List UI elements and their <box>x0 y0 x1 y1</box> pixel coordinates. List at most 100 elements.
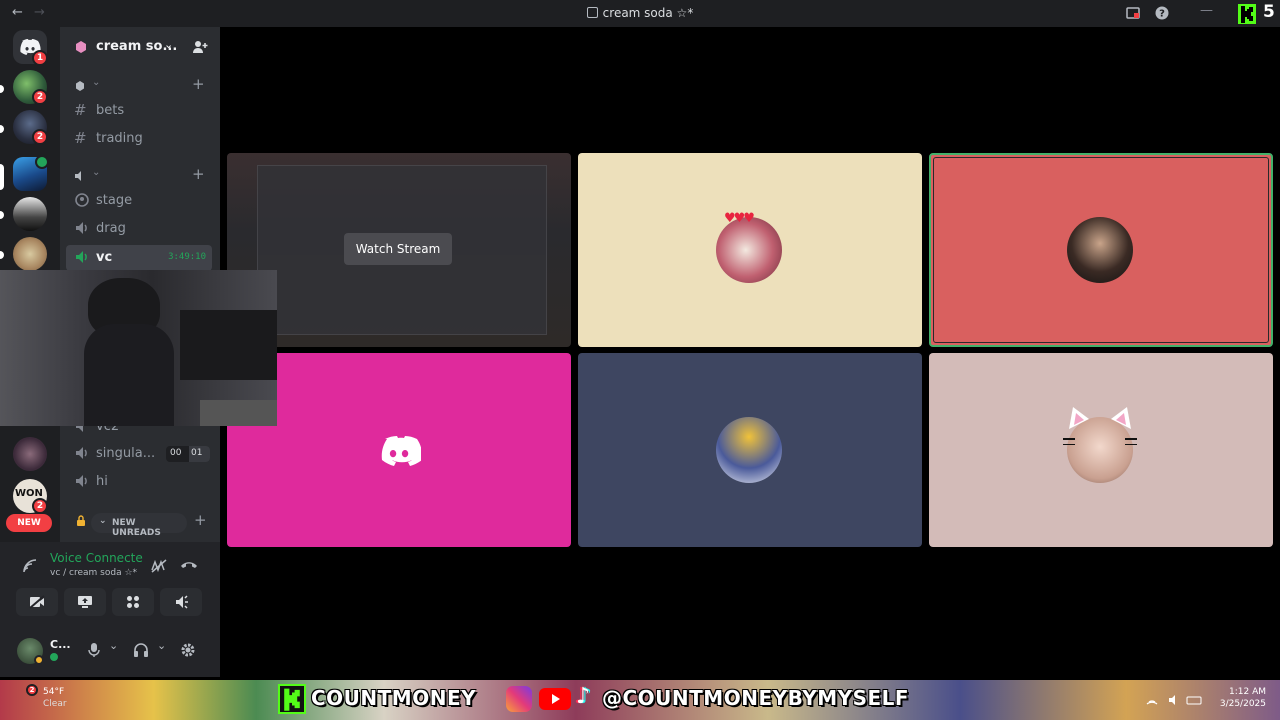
connection-signal-icon[interactable] <box>22 558 38 574</box>
server-icon[interactable]: WON 2 <box>13 479 48 514</box>
category-header[interactable]: ⌄ + <box>74 75 214 95</box>
stage-icon <box>75 193 89 207</box>
activities-icon <box>127 596 139 608</box>
server-boost-icon <box>76 41 86 53</box>
voice-status-subtitle[interactable]: vc / cream soda ☆* <box>50 568 137 578</box>
monitor-shape <box>180 310 277 380</box>
call-timer: 3:49:10 <box>168 252 206 262</box>
share-screen-button[interactable] <box>64 588 106 616</box>
category-header[interactable]: ⌄ + <box>74 165 214 185</box>
lock-icon <box>77 515 85 526</box>
server-icon[interactable]: 2 <box>13 110 48 145</box>
participant-tile[interactable]: ♥♥♥ <box>578 153 922 347</box>
user-bar: C... ⌄ ⌄ <box>0 628 220 677</box>
participant-tile[interactable] <box>929 353 1273 547</box>
channel-vc[interactable]: vc 3:49:10 <box>66 245 212 271</box>
help-icon[interactable]: ? <box>1155 6 1169 20</box>
discord-logo-icon <box>381 436 421 466</box>
username[interactable]: C... <box>50 638 71 651</box>
speaker-active-icon <box>76 251 87 263</box>
participant-tile[interactable] <box>227 353 571 547</box>
server-badge: 2 <box>32 498 48 514</box>
noise-suppression-icon[interactable] <box>150 558 168 574</box>
social-handle: @COUNTMONEYBYMYSELF <box>602 686 910 710</box>
weather-badge: 2 <box>26 684 38 696</box>
unread-pip <box>0 251 4 259</box>
server-icon-cream-soda[interactable] <box>13 155 49 191</box>
microphone-icon[interactable] <box>88 642 100 658</box>
server-icon[interactable]: 2 <box>13 70 48 105</box>
speaker-icon <box>76 475 87 487</box>
server-icon[interactable] <box>13 197 47 231</box>
weather-temp: 54°F <box>43 687 65 697</box>
invite-people-icon[interactable] <box>192 39 208 55</box>
participant-tile-speaking[interactable] <box>929 153 1273 347</box>
avatar <box>1067 217 1133 283</box>
clock-time: 1:12 AM <box>1229 687 1266 697</box>
avatar <box>716 417 782 483</box>
create-channel-icon[interactable]: + <box>194 511 207 529</box>
soundboard-icon <box>176 595 188 609</box>
stream-tile[interactable]: Watch Stream <box>227 153 571 347</box>
disconnect-icon[interactable] <box>180 559 198 571</box>
chevron-down-icon[interactable]: ⌄ <box>164 38 173 51</box>
heart-decoration-icon: ♥♥♥ <box>724 211 755 226</box>
inbox-icon[interactable] <box>1126 6 1140 20</box>
selected-pip <box>0 164 4 190</box>
clock-date: 3/25/2025 <box>1219 699 1266 709</box>
new-unreads-label: NEW UNREADS <box>112 518 161 538</box>
watch-stream-button[interactable]: Watch Stream <box>344 233 452 265</box>
instagram-icon <box>506 686 532 712</box>
channel-label: hi <box>96 474 108 489</box>
status-idle-icon <box>34 655 44 665</box>
overlay-number: 5 <box>1263 2 1275 22</box>
chevron-down-icon[interactable]: ⌄ <box>109 639 118 652</box>
activities-button[interactable] <box>112 588 154 616</box>
chevron-down-icon: ⌄ <box>92 77 101 88</box>
gear-icon[interactable] <box>180 642 196 658</box>
chevron-down-icon: ⌄ <box>92 167 101 178</box>
weather-widget[interactable]: 54°F Clear <box>43 686 67 710</box>
chevron-down-icon: ⌄ <box>99 516 107 526</box>
headphones-icon[interactable] <box>133 642 149 658</box>
voice-active-dot-icon <box>35 155 49 169</box>
channel-drag[interactable]: drag <box>66 216 212 242</box>
avatar[interactable] <box>17 638 44 665</box>
unread-pip <box>0 125 4 133</box>
channel-trading[interactable]: # trading <box>66 126 212 152</box>
create-channel-icon[interactable]: + <box>192 165 205 183</box>
camera-button[interactable] <box>16 588 58 616</box>
new-pill[interactable]: NEW <box>6 514 52 532</box>
channel-bets[interactable]: # bets <box>66 98 212 124</box>
speaker-icon <box>76 222 87 234</box>
channel-hi[interactable]: hi <box>66 469 212 495</box>
person-body <box>84 324 174 426</box>
cat-ears-decoration-icon <box>1063 407 1137 445</box>
system-clock[interactable]: 1:12 AM 3/25/2025 <box>1216 686 1266 710</box>
server-icon[interactable] <box>13 437 47 471</box>
stream-banner: 2 COUNTMONEY ♪ @COUNTMONEYBYMYSELF <box>0 680 1280 720</box>
channel-singula[interactable]: singula... 00 01 <box>66 441 212 467</box>
new-unreads-pill[interactable]: ⌄ NEW UNREADS <box>91 513 187 538</box>
server-glyph-icon <box>586 7 598 18</box>
discord-home-button[interactable]: 1 <box>13 30 48 66</box>
chevron-down-icon[interactable]: ⌄ <box>157 639 166 652</box>
voice-status-title[interactable]: Voice Connecte <box>50 551 143 565</box>
unread-pip <box>0 211 4 219</box>
camera-off-icon <box>29 595 45 609</box>
user-limit: 01 <box>191 448 203 458</box>
speaking-icon <box>50 653 58 661</box>
server-icon[interactable] <box>13 237 47 271</box>
kick-handle: COUNTMONEY <box>311 686 477 710</box>
channel-label: singula... <box>96 446 156 461</box>
create-channel-icon[interactable]: + <box>192 75 205 93</box>
hashtag-icon: # <box>74 101 87 119</box>
home-badge: 1 <box>32 50 48 66</box>
soundboard-button[interactable] <box>160 588 202 616</box>
category-emoji-icon <box>76 81 84 91</box>
participant-tile[interactable] <box>578 353 922 547</box>
channel-stage[interactable]: stage <box>66 188 212 214</box>
minimize-button[interactable]: — <box>1200 3 1213 18</box>
voice-stage: Watch Stream ♥♥♥ <box>220 27 1280 677</box>
channel-label: stage <box>96 193 133 208</box>
